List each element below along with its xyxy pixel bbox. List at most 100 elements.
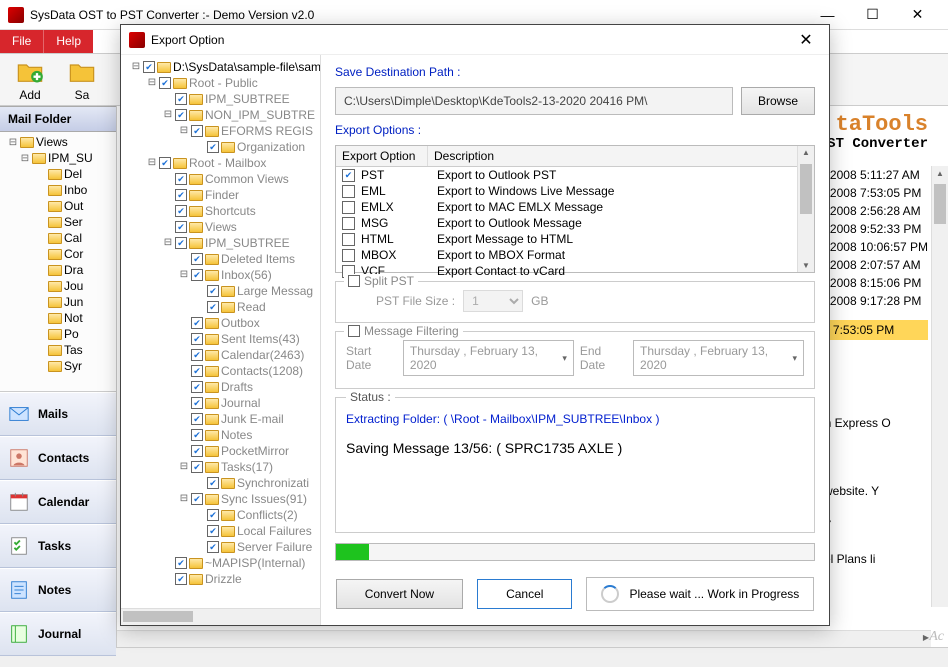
expander-icon[interactable]: ⊟ [163,107,173,123]
tree-node[interactable]: Tas [2,342,114,358]
tree-node[interactable]: Syr [2,358,114,374]
option-checkbox[interactable] [342,201,355,214]
tree-node[interactable]: Po [2,326,114,342]
scrollbar-thumb[interactable] [123,611,193,622]
close-button[interactable]: ✕ [895,1,940,29]
tree-node[interactable]: ⊟D:\SysData\sample-file\samp [125,59,320,75]
date-cell[interactable]: 2008 10:06:57 PM [830,238,928,256]
tree-node[interactable]: ⊟IPM_SU [2,150,114,166]
nav-notes[interactable]: Notes [0,568,116,612]
tree-checkbox[interactable] [191,445,203,457]
split-pst-legend[interactable]: Split PST [344,274,418,288]
date-cell[interactable]: 2008 2:56:28 AM [830,202,928,220]
save-button-partial[interactable]: Sa [60,56,104,104]
browse-button[interactable]: Browse [741,87,815,115]
expander-icon[interactable]: ⊟ [179,459,189,475]
tree-node[interactable]: ⊟EFORMS REGIS [125,123,320,139]
convert-button[interactable]: Convert Now [336,579,463,609]
tree-node[interactable]: Server Failure [125,539,320,555]
tree-node[interactable]: Del [2,166,114,182]
nav-contacts[interactable]: Contacts [0,436,116,480]
add-button[interactable]: Add [8,56,52,104]
tree-node[interactable]: Finder [125,187,320,203]
tree-checkbox[interactable] [207,141,219,153]
tree-node[interactable]: Common Views [125,171,320,187]
tree-node[interactable]: Organization [125,139,320,155]
tree-node[interactable]: IPM_SUBTREE [125,91,320,107]
tree-node[interactable]: Notes [125,427,320,443]
tree-node[interactable]: Large Messag [125,283,320,299]
tree-checkbox[interactable] [175,573,187,585]
folder-tree[interactable]: ⊟D:\SysData\sample-file\samp⊟Root - Publ… [125,59,320,587]
tree-node[interactable]: Calendar(2463) [125,347,320,363]
expander-icon[interactable]: ⊟ [147,75,157,91]
tree-node[interactable]: Synchronizati [125,475,320,491]
tree-checkbox[interactable] [175,93,187,105]
maximize-button[interactable]: ☐ [850,1,895,29]
tree-node[interactable]: Drizzle [125,571,320,587]
date-cell[interactable]: 2008 9:17:28 PM [830,292,928,310]
tree-node[interactable]: ⊟Inbox(56) [125,267,320,283]
nav-journal[interactable]: Journal [0,612,116,656]
tree-node[interactable]: Junk E-mail [125,411,320,427]
tree-node[interactable]: Ser [2,214,114,230]
tree-checkbox[interactable] [191,493,203,505]
tree-checkbox[interactable] [175,237,187,249]
expander-icon[interactable]: ⊟ [131,59,141,75]
filter-checkbox[interactable] [348,325,360,337]
export-option-row[interactable]: MBOXExport to MBOX Format [336,247,814,263]
tree-checkbox[interactable] [191,429,203,441]
tree-node[interactable]: Jou [2,278,114,294]
expander-icon[interactable]: ⊟ [179,123,189,139]
tree-node[interactable]: ~MAPISP(Internal) [125,555,320,571]
path-input[interactable]: C:\Users\Dimple\Desktop\KdeTools2-13-202… [335,87,733,115]
split-pst-checkbox[interactable] [348,275,360,287]
tree-node[interactable]: Not [2,310,114,326]
tree-node[interactable]: Out [2,198,114,214]
cancel-button[interactable]: Cancel [477,579,572,609]
tree-node[interactable]: Jun [2,294,114,310]
nav-mail[interactable]: Mails [0,392,116,436]
export-option-row[interactable]: PSTExport to Outlook PST [336,167,814,183]
tree-checkbox[interactable] [159,77,171,89]
option-checkbox[interactable] [342,169,355,182]
tree-node[interactable]: ⊟Sync Issues(91) [125,491,320,507]
date-cell[interactable]: 2008 8:15:06 PM [830,274,928,292]
tree-node[interactable]: ⊟IPM_SUBTREE [125,235,320,251]
menu-help[interactable]: Help [44,30,93,53]
tree-horizontal-scrollbar[interactable] [121,608,320,625]
tree-checkbox[interactable] [191,413,203,425]
tree-node[interactable]: ⊟Root - Mailbox [125,155,320,171]
tree-checkbox[interactable] [175,109,187,121]
tree-checkbox[interactable] [143,61,155,73]
tree-checkbox[interactable] [175,205,187,217]
tree-checkbox[interactable] [191,365,203,377]
tree-node[interactable]: Cal [2,230,114,246]
vertical-scrollbar[interactable] [931,166,948,607]
export-option-row[interactable]: EMLXExport to MAC EMLX Message [336,199,814,215]
tree-checkbox[interactable] [175,173,187,185]
tree-node[interactable]: PocketMirror [125,443,320,459]
dialog-close-button[interactable]: ✕ [791,30,821,50]
tree-checkbox[interactable] [207,285,219,297]
expander-icon[interactable]: ⊟ [179,267,189,283]
start-date-picker[interactable]: Thursday , February 13, 2020▾ [403,340,574,376]
tree-node[interactable]: ⊟Root - Public [125,75,320,91]
tree-node[interactable]: Cor [2,246,114,262]
menu-file[interactable]: File [0,30,44,53]
scrollbar-thumb[interactable] [934,184,946,224]
tree-node[interactable]: Deleted Items [125,251,320,267]
tree-checkbox[interactable] [175,221,187,233]
tree-checkbox[interactable] [191,125,203,137]
tree-checkbox[interactable] [191,397,203,409]
horizontal-scrollbar[interactable] [117,630,931,647]
option-checkbox[interactable] [342,233,355,246]
date-cell[interactable]: 2008 2:07:57 AM [830,256,928,274]
tree-node[interactable]: ⊟Tasks(17) [125,459,320,475]
nav-calendar[interactable]: Calendar [0,480,116,524]
tree-node[interactable]: Conflicts(2) [125,507,320,523]
date-cell[interactable]: 2008 5:11:27 AM [830,166,928,184]
tree-node[interactable]: Dra [2,262,114,278]
tree-checkbox[interactable] [175,189,187,201]
tree-checkbox[interactable] [191,269,203,281]
